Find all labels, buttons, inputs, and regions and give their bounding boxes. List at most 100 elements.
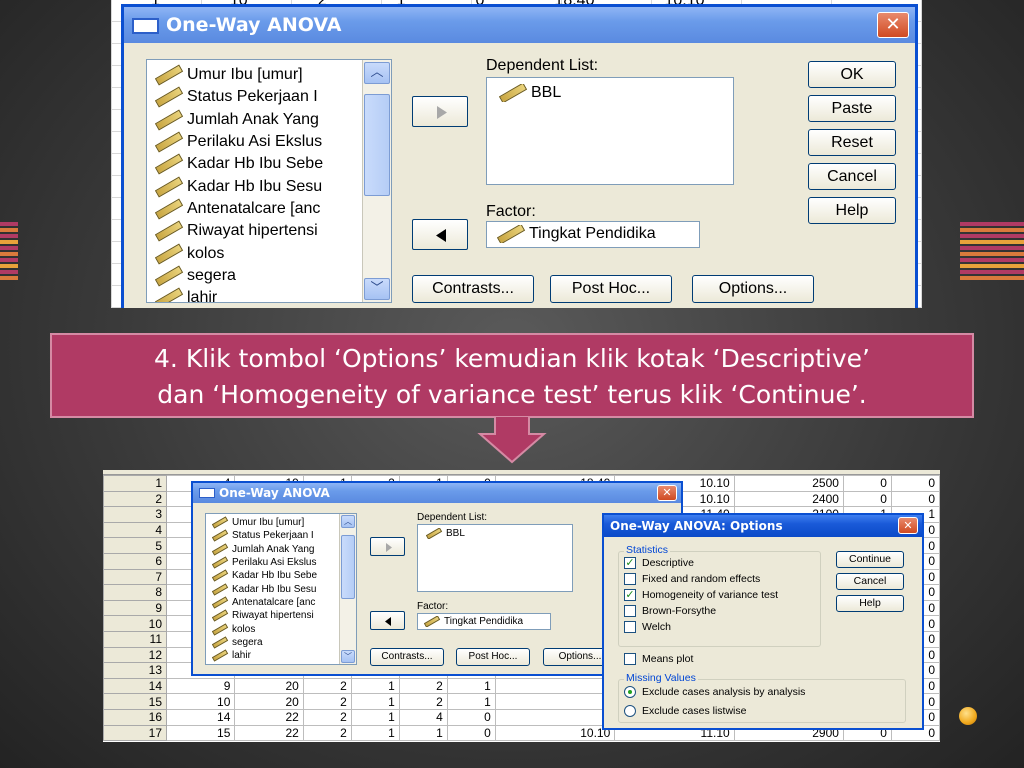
contrasts-button[interactable]: Contrasts... xyxy=(370,648,444,666)
table-cell[interactable]: 1 xyxy=(350,708,400,726)
row-number[interactable]: 5 xyxy=(103,537,167,554)
variable-list-item[interactable]: Umur Ibu [umur] xyxy=(212,516,338,529)
variable-list-item[interactable]: Kadar Hb Ibu Sebe xyxy=(155,153,361,175)
contrasts-button[interactable]: Contrasts... xyxy=(412,275,534,303)
variable-list-item[interactable]: Antenatalcare [anc xyxy=(212,596,338,609)
table-cell[interactable]: 0 xyxy=(446,724,496,742)
row-number[interactable]: 2 xyxy=(103,490,167,508)
cancel-button[interactable]: Cancel xyxy=(836,573,904,590)
table-cell[interactable]: 1 xyxy=(350,724,400,742)
table-cell[interactable]: 22 xyxy=(234,724,304,742)
table-cell[interactable]: 2 xyxy=(302,677,352,695)
variable-list-item[interactable]: segera xyxy=(155,265,361,287)
cancel-button[interactable]: Cancel xyxy=(808,163,896,190)
posthoc-button[interactable]: Post Hoc... xyxy=(550,275,672,303)
variable-list-item[interactable]: Umur Ibu [umur] xyxy=(155,64,361,86)
factor-field[interactable]: Tingkat Pendidika xyxy=(417,613,551,630)
scroll-up-button[interactable]: ︿ xyxy=(341,515,355,528)
statistics-checkbox[interactable]: ✓ xyxy=(624,589,636,601)
variable-list-item[interactable]: Perilaku Asi Ekslus xyxy=(212,556,338,569)
ok-button[interactable]: OK xyxy=(808,61,896,88)
table-cell[interactable]: 20 xyxy=(234,677,304,695)
move-factor-button[interactable] xyxy=(370,611,405,630)
table-cell[interactable]: 1 xyxy=(446,693,496,710)
row-number[interactable]: 7 xyxy=(103,568,167,586)
variable-list-item[interactable]: lahir xyxy=(155,287,361,302)
row-number[interactable]: 4 xyxy=(103,521,167,539)
row-number[interactable]: 15 xyxy=(103,693,167,710)
variable-list-item[interactable]: Jumlah Anak Yang xyxy=(212,543,338,556)
table-cell[interactable]: 0 xyxy=(446,708,496,726)
table-cell[interactable]: 1 xyxy=(446,677,496,695)
help-button[interactable]: Help xyxy=(808,197,896,224)
table-cell[interactable]: 9 xyxy=(165,677,236,695)
variable-list-item[interactable]: lahir xyxy=(212,649,338,662)
statistics-checkbox[interactable]: ✓ xyxy=(624,557,636,569)
table-cell[interactable]: 0 xyxy=(842,475,892,492)
row-number[interactable]: 8 xyxy=(103,584,167,601)
dependent-list[interactable]: BBL xyxy=(417,524,573,592)
scroll-down-button[interactable]: ﹀ xyxy=(341,650,355,663)
variable-list-item[interactable]: Riwayat hipertensi xyxy=(212,609,338,622)
row-number[interactable]: 3 xyxy=(103,506,167,523)
table-cell[interactable]: 2 xyxy=(302,708,352,726)
variable-list-item[interactable]: Antenatalcare [anc xyxy=(155,198,361,220)
statistics-checkbox[interactable] xyxy=(624,621,636,633)
row-number[interactable]: 14 xyxy=(103,677,167,695)
variable-list-item[interactable]: Kadar Hb Ibu Sesu xyxy=(212,582,338,596)
table-cell[interactable]: 0 xyxy=(842,490,892,508)
variable-list-item[interactable]: Kadar Hb Ibu Sesu xyxy=(155,175,361,198)
table-cell[interactable] xyxy=(494,693,616,710)
reset-button[interactable]: Reset xyxy=(808,129,896,156)
row-number[interactable]: 17 xyxy=(103,724,167,742)
scroll-down-button[interactable]: ﹀ xyxy=(364,278,390,300)
table-cell[interactable]: 2400 xyxy=(733,490,844,508)
dependent-item[interactable]: BBL xyxy=(499,84,561,102)
row-number[interactable]: 11 xyxy=(103,630,167,648)
variable-list-item[interactable]: Kadar Hb Ibu Sebe xyxy=(212,569,338,582)
close-button[interactable]: ✕ xyxy=(898,517,918,534)
move-to-dependent-button[interactable] xyxy=(412,96,468,127)
table-cell[interactable]: 10.10 xyxy=(494,724,616,742)
move-factor-button[interactable] xyxy=(412,219,468,250)
statistics-checkbox[interactable] xyxy=(624,573,636,585)
variable-list[interactable]: Umur Ibu [umur] Status Pekerjaan I Jumlah … xyxy=(146,59,392,303)
statistics-checkbox[interactable] xyxy=(624,605,636,617)
variable-list-item[interactable]: Jumlah Anak Yang xyxy=(155,109,361,131)
variable-scrollbar[interactable]: ︿ ﹀ xyxy=(362,60,391,302)
table-cell[interactable] xyxy=(494,708,616,726)
variable-list-item[interactable]: Perilaku Asi Ekslus xyxy=(155,131,361,153)
posthoc-button[interactable]: Post Hoc... xyxy=(456,648,530,666)
close-button[interactable]: ✕ xyxy=(657,485,677,501)
scroll-thumb[interactable] xyxy=(364,94,390,196)
variable-list-item[interactable]: kolos xyxy=(155,242,361,264)
table-cell[interactable]: 2500 xyxy=(733,475,844,492)
table-cell[interactable]: 0 xyxy=(890,475,940,492)
variable-list-item[interactable]: Riwayat hipertensi xyxy=(155,220,361,242)
help-button[interactable]: Help xyxy=(836,595,904,612)
missing-values-radio[interactable] xyxy=(624,705,636,717)
continue-button[interactable]: Continue xyxy=(836,551,904,568)
table-cell[interactable]: 1 xyxy=(398,724,448,742)
row-number[interactable]: 9 xyxy=(103,599,167,617)
table-cell[interactable] xyxy=(494,677,616,695)
row-number[interactable]: 1 xyxy=(103,475,167,492)
means-plot-checkbox[interactable] xyxy=(624,653,636,665)
variable-scrollbar[interactable]: ︿ ﹀ xyxy=(339,514,356,664)
variable-list-item[interactable]: Status Pekerjaan I xyxy=(155,86,361,108)
table-cell[interactable]: 15 xyxy=(165,724,236,742)
row-number[interactable]: 16 xyxy=(103,708,167,726)
move-to-dependent-button[interactable] xyxy=(370,537,405,556)
row-number[interactable]: 12 xyxy=(103,646,167,664)
table-cell[interactable]: 20 xyxy=(234,693,304,710)
row-number[interactable]: 10 xyxy=(103,615,167,632)
dependent-list[interactable]: BBL xyxy=(486,77,734,185)
paste-button[interactable]: Paste xyxy=(808,95,896,122)
table-cell[interactable]: 14 xyxy=(165,708,236,726)
variable-list[interactable]: Umur Ibu [umur] Status Pekerjaan I Jumlah … xyxy=(205,513,357,665)
table-cell[interactable]: 2 xyxy=(302,724,352,742)
variable-list-item[interactable]: Status Pekerjaan I xyxy=(212,529,338,543)
variable-list-item[interactable]: kolos xyxy=(212,622,338,636)
factor-field[interactable]: Tingkat Pendidika xyxy=(486,221,700,248)
row-number[interactable]: 6 xyxy=(103,552,167,570)
